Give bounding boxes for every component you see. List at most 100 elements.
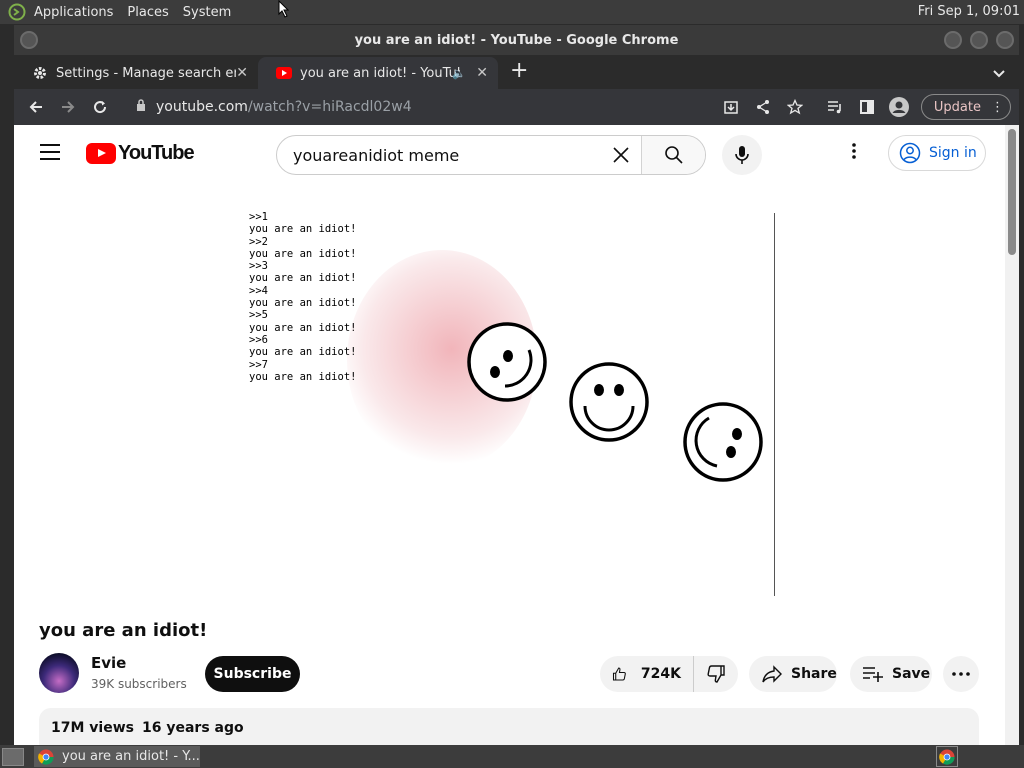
terminal-line: >>4	[249, 284, 268, 297]
profile-avatar-icon[interactable]	[883, 92, 915, 122]
search-button[interactable]	[641, 136, 705, 174]
install-app-icon[interactable]	[715, 92, 747, 122]
subscriber-count: 39K subscribers	[91, 677, 187, 691]
tab-strip: Settings - Manage search engi ✕ you are …	[14, 55, 1019, 89]
tab-settings[interactable]: Settings - Manage search engi ✕	[14, 57, 258, 89]
close-window-button[interactable]	[996, 31, 1014, 49]
address-bar[interactable]: youtube.com/watch?v=hiRacdl02w4	[126, 93, 731, 121]
terminal-line: you are an idiot!	[249, 272, 357, 285]
terminal-line: >>3	[249, 260, 268, 273]
youtube-icon	[276, 65, 292, 81]
system-menu[interactable]: System	[183, 5, 231, 20]
video-title: you are an idiot!	[39, 620, 208, 641]
applications-menu[interactable]: Applications	[34, 5, 113, 20]
save-button[interactable]: Save	[850, 656, 932, 692]
maximize-button[interactable]	[970, 31, 988, 49]
terminal-line: >>2	[249, 235, 268, 248]
url-path: /watch?v=hiRacdl02w4	[247, 99, 412, 115]
update-button[interactable]: Update ⋮	[920, 94, 1011, 120]
window-title: you are an idiot! - YouTube - Google Chr…	[354, 32, 679, 48]
url-host: youtube.com	[156, 99, 248, 115]
side-panel-icon[interactable]	[851, 92, 883, 122]
terminal-line: >>6	[249, 333, 268, 346]
bookmark-star-icon[interactable]	[779, 92, 811, 122]
terminal-line: >>5	[249, 309, 268, 322]
chrome-icon	[38, 749, 54, 765]
show-desktop-icon[interactable]	[2, 747, 24, 766]
settings-more-icon[interactable]	[852, 143, 856, 163]
chrome-tray-icon[interactable]	[936, 746, 958, 767]
subscribe-button[interactable]: Subscribe	[205, 656, 300, 692]
like-count: 724K	[640, 666, 681, 682]
video-player[interactable]: >>1 you are an idiot! >>2 you are an idiot!…	[247, 208, 775, 604]
top-panel: Applications Places System Fri Sep 1, 09…	[0, 0, 1024, 24]
clear-search-icon[interactable]	[601, 146, 641, 164]
back-button[interactable]	[20, 91, 52, 123]
menu-icon[interactable]	[40, 144, 60, 160]
reload-button[interactable]	[84, 91, 116, 123]
terminal-line: you are an idiot!	[249, 223, 357, 236]
window-menu-button[interactable]	[20, 31, 38, 49]
reload-icon	[94, 101, 107, 114]
terminal-text: >>1 you are an idiot! >>2 you are an idiot!…	[249, 211, 356, 383]
youtube-wordmark: YouTube	[118, 142, 195, 164]
scrollbar-thumb[interactable]	[1008, 129, 1016, 255]
update-label: Update	[933, 99, 981, 115]
share-arrow-icon	[762, 665, 782, 683]
upload-age: 16 years ago	[141, 720, 244, 736]
sign-in-label: Sign in	[929, 145, 977, 161]
youtube-page: YouTube youareanidiot meme Sign in >>1 y…	[14, 125, 1019, 745]
smiley-face-icon	[569, 362, 649, 442]
like-dislike-group: 724K	[600, 656, 738, 692]
forward-button[interactable]	[52, 91, 84, 123]
audio-playing-icon[interactable]: 🔈	[452, 67, 466, 80]
voice-search-button[interactable]	[722, 135, 762, 175]
taskbar-window-title: you are an idiot! - Y...	[62, 749, 200, 764]
terminal-line: you are an idiot!	[249, 297, 357, 310]
yt-masthead: YouTube youareanidiot meme Sign in	[14, 125, 1019, 183]
search-input[interactable]: youareanidiot meme	[277, 146, 601, 165]
description-box[interactable]: 17M views 16 years ago	[39, 708, 979, 745]
close-tab-icon[interactable]: ✕	[236, 65, 248, 81]
smiley-face-icon	[467, 322, 547, 402]
channel-avatar[interactable]	[39, 653, 79, 693]
share-label: Share	[791, 666, 837, 682]
places-menu[interactable]: Places	[127, 5, 168, 20]
lock-icon[interactable]	[136, 99, 146, 115]
share-icon[interactable]	[747, 92, 779, 122]
dislike-button[interactable]	[694, 664, 738, 684]
youtube-logo[interactable]: YouTube	[86, 142, 195, 165]
terminal-line: >>7	[249, 358, 268, 371]
distro-logo-icon[interactable]	[8, 3, 26, 21]
more-actions-button[interactable]	[943, 656, 979, 692]
terminal-line: you are an idiot!	[249, 247, 357, 260]
share-button[interactable]: Share	[749, 656, 837, 692]
thumbs-down-icon	[707, 665, 725, 683]
bottom-panel: you are an idiot! - Y...	[0, 745, 1024, 768]
tab-title: Settings - Manage search engi	[56, 65, 236, 81]
close-tab-icon[interactable]: ✕	[476, 65, 488, 81]
terminal-line: you are an idiot!	[249, 321, 357, 334]
youtube-play-icon	[86, 143, 116, 164]
tab-search-icon[interactable]	[993, 63, 1005, 82]
more-vert-icon: ⋮	[991, 99, 1004, 115]
page-scrollbar[interactable]	[1005, 125, 1019, 745]
search-icon	[664, 146, 683, 164]
playlist-add-icon	[863, 667, 883, 682]
sign-in-button[interactable]: Sign in	[888, 135, 986, 171]
channel-name[interactable]: Evie	[91, 654, 126, 672]
save-label: Save	[892, 666, 931, 682]
arrow-left-icon	[29, 101, 42, 113]
thumbs-up-icon	[612, 667, 626, 681]
window-titlebar[interactable]: you are an idiot! - YouTube - Google Chr…	[14, 25, 1019, 55]
taskbar-window-button[interactable]: you are an idiot! - Y...	[34, 746, 200, 767]
tab-youtube[interactable]: you are an idiot! - YouTube 🔈 ✕	[258, 57, 498, 89]
mouse-cursor-icon	[278, 0, 290, 18]
smiley-face-icon	[683, 402, 763, 482]
like-button[interactable]: 724K	[600, 656, 694, 692]
clock[interactable]: Fri Sep 1, 09:01	[918, 4, 1020, 19]
new-tab-button[interactable]: +	[510, 58, 528, 83]
minimize-button[interactable]	[944, 31, 962, 49]
terminal-line: >>1	[249, 211, 268, 223]
media-control-icon[interactable]	[819, 92, 851, 122]
